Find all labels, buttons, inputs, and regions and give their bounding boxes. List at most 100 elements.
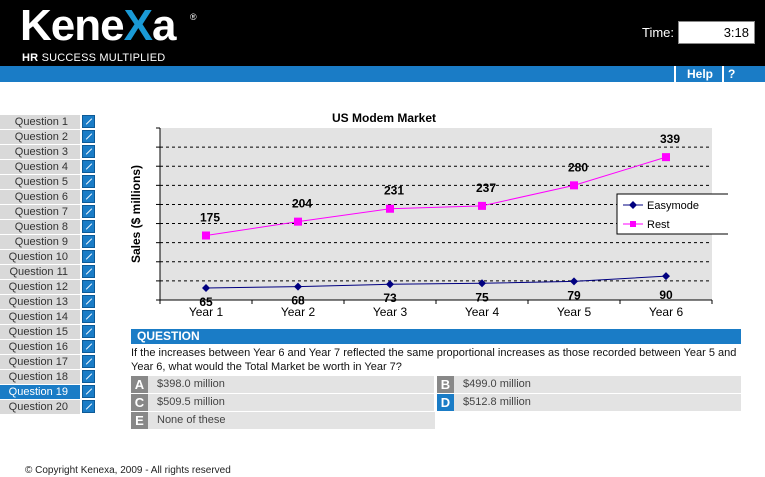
answer-option-a[interactable]: A $398.0 million: [131, 376, 434, 393]
time-display: 3:18: [678, 21, 755, 44]
sidebar-item-label[interactable]: Question 2: [0, 130, 80, 144]
chart-area: Year 1 Year 2 Year 3 Year 4 Year 5 Year 6 US M…: [128, 108, 728, 326]
sidebar-item-label[interactable]: Question 14: [0, 310, 80, 324]
legend-label: Rest: [647, 219, 670, 231]
data-label: 68: [291, 294, 305, 308]
flag-icon[interactable]: [82, 130, 95, 143]
flag-icon[interactable]: [82, 115, 95, 128]
sidebar-item-label[interactable]: Question 3: [0, 145, 80, 159]
data-point: [386, 204, 394, 213]
y-axis-label: Sales ($ millions): [129, 165, 143, 263]
flag-icon[interactable]: [82, 190, 95, 203]
sidebar-item-label[interactable]: Question 1: [0, 115, 80, 129]
legend-marker: [630, 221, 636, 227]
data-point: [570, 181, 578, 190]
sidebar-item-question-16[interactable]: Question 16: [0, 340, 96, 355]
sidebar-item-question-9[interactable]: Question 9: [0, 235, 96, 250]
data-label: 75: [475, 290, 489, 304]
answer-option-c[interactable]: C $509.5 million: [131, 394, 434, 411]
sidebar-item-question-2[interactable]: Question 2: [0, 130, 96, 145]
flag-icon[interactable]: [82, 175, 95, 188]
sidebar-item-question-19[interactable]: Question 19: [0, 385, 96, 400]
sidebar-item-label[interactable]: Question 11: [0, 265, 80, 279]
data-point: [478, 201, 486, 210]
data-label: 237: [476, 181, 496, 195]
answer-option-b[interactable]: B $499.0 million: [437, 376, 741, 393]
sidebar-item-question-18[interactable]: Question 18: [0, 370, 96, 385]
tagline: HR SUCCESS MULTIPLIED: [22, 52, 166, 64]
answer-text[interactable]: $512.8 million: [463, 394, 531, 411]
sidebar-item-question-15[interactable]: Question 15: [0, 325, 96, 340]
data-label: 339: [660, 132, 680, 146]
sidebar-item-label[interactable]: Question 17: [0, 355, 80, 369]
answer-letter[interactable]: E: [131, 412, 148, 429]
answer-letter[interactable]: A: [131, 376, 148, 393]
sidebar-item-question-20[interactable]: Question 20: [0, 400, 96, 415]
answer-text[interactable]: $398.0 million: [157, 376, 225, 393]
data-point: [294, 217, 302, 226]
sidebar-item-question-13[interactable]: Question 13: [0, 295, 96, 310]
data-point: [662, 153, 670, 162]
answer-letter[interactable]: B: [437, 376, 454, 393]
sidebar-item-label[interactable]: Question 6: [0, 190, 80, 204]
flag-icon[interactable]: [82, 355, 95, 368]
flag-icon[interactable]: [82, 340, 95, 353]
flag-icon[interactable]: [82, 385, 95, 398]
flag-icon[interactable]: [82, 370, 95, 383]
data-label: 79: [567, 288, 581, 302]
sidebar-item-question-4[interactable]: Question 4: [0, 160, 96, 175]
flag-icon[interactable]: [82, 160, 95, 173]
sidebar-item-label[interactable]: Question 15: [0, 325, 80, 339]
flag-icon[interactable]: [82, 205, 95, 218]
sidebar-item-label[interactable]: Question 5: [0, 175, 80, 189]
sidebar-item-question-7[interactable]: Question 7: [0, 205, 96, 220]
sidebar-item-label[interactable]: Question 8: [0, 220, 80, 234]
flag-icon[interactable]: [82, 235, 95, 248]
sidebar-item-label[interactable]: Question 16: [0, 340, 80, 354]
flag-icon[interactable]: [82, 145, 95, 158]
flag-icon[interactable]: [82, 400, 95, 413]
sidebar-item-label[interactable]: Question 18: [0, 370, 80, 384]
help-link[interactable]: Help: [674, 66, 723, 82]
sidebar-item-question-5[interactable]: Question 5: [0, 175, 96, 190]
question-mark-link[interactable]: ?: [722, 66, 735, 82]
sidebar-item-label[interactable]: Question 20: [0, 400, 80, 414]
sidebar-item-label[interactable]: Question 19: [0, 385, 80, 399]
answer-text[interactable]: None of these: [157, 412, 226, 429]
answer-text[interactable]: $499.0 million: [463, 376, 531, 393]
x-tick-label: Year 3: [373, 305, 408, 319]
flag-icon[interactable]: [82, 325, 95, 338]
data-label: 65: [199, 295, 213, 309]
sidebar-item-question-8[interactable]: Question 8: [0, 220, 96, 235]
answer-text[interactable]: $509.5 million: [157, 394, 225, 411]
nav-bar: [0, 66, 765, 82]
sidebar-item-label[interactable]: Question 7: [0, 205, 80, 219]
kenexa-logo: KeneXa: [20, 1, 176, 50]
data-label: 231: [384, 184, 404, 198]
sidebar-item-question-3[interactable]: Question 3: [0, 145, 96, 160]
sidebar-item-question-17[interactable]: Question 17: [0, 355, 96, 370]
flag-icon[interactable]: [82, 280, 95, 293]
sidebar-item-label[interactable]: Question 4: [0, 160, 80, 174]
sidebar-item-question-11[interactable]: Question 11: [0, 265, 96, 280]
sidebar-item-question-14[interactable]: Question 14: [0, 310, 96, 325]
sidebar-item-label[interactable]: Question 12: [0, 280, 80, 294]
sidebar-item-question-10[interactable]: Question 10: [0, 250, 96, 265]
flag-icon[interactable]: [82, 220, 95, 233]
sidebar-item-question-6[interactable]: Question 6: [0, 190, 96, 205]
answer-letter[interactable]: C: [131, 394, 148, 411]
answer-option-d[interactable]: D $512.8 million: [437, 394, 741, 411]
data-point: [202, 231, 210, 240]
answer-letter[interactable]: D: [437, 394, 454, 411]
flag-icon[interactable]: [82, 265, 95, 278]
data-label: 280: [568, 160, 588, 174]
flag-icon[interactable]: [82, 295, 95, 308]
sidebar-item-label[interactable]: Question 10: [0, 250, 80, 264]
sidebar-item-label[interactable]: Question 13: [0, 295, 80, 309]
sidebar-item-question-1[interactable]: Question 1: [0, 115, 96, 130]
sidebar-item-label[interactable]: Question 9: [0, 235, 80, 249]
flag-icon[interactable]: [82, 250, 95, 263]
flag-icon[interactable]: [82, 310, 95, 323]
answer-option-e[interactable]: E None of these: [131, 412, 435, 429]
sidebar-item-question-12[interactable]: Question 12: [0, 280, 96, 295]
